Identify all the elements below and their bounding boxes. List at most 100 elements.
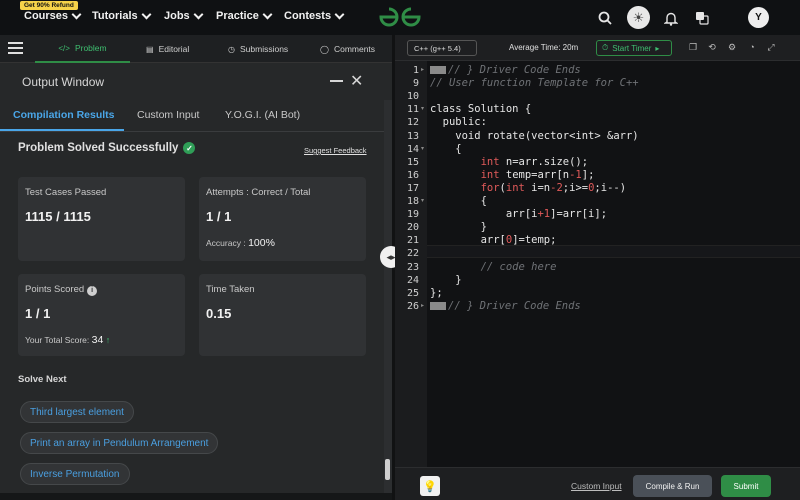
nav-contests[interactable]: Contests xyxy=(284,9,345,22)
start-timer-button[interactable]: ⏱ Start Timer ▸ xyxy=(596,40,672,56)
nav-tutorials[interactable]: Tutorials xyxy=(92,9,152,22)
code-line[interactable]: // User function Template for C++ xyxy=(430,77,639,90)
search-icon[interactable] xyxy=(595,8,615,28)
code-line[interactable]: { xyxy=(430,143,461,156)
fold-toggle-icon[interactable]: ▾ xyxy=(421,103,424,116)
tab-label: Problem xyxy=(74,43,107,53)
status-text: Problem Solved Successfully xyxy=(18,142,179,154)
menu-icon[interactable] xyxy=(8,42,23,54)
top-navbar: Get 90% Refund Courses Tutorials Jobs Pr… xyxy=(0,0,800,35)
info-icon[interactable]: i xyxy=(87,285,98,296)
solve-next-chip[interactable]: Inverse Permutation xyxy=(20,463,130,485)
compile-run-button[interactable]: Compile & Run xyxy=(633,475,712,497)
solve-next-chip[interactable]: Print an array in Pendulum Arrangement xyxy=(20,432,219,454)
attempts-card: Attempts : Correct / Total 1 / 1 Accurac… xyxy=(199,177,366,261)
clock-icon: ◷ xyxy=(228,44,235,54)
left-panel: </> Problem ▤ Editorial ◷ Submissions ◯ Comm… xyxy=(0,35,392,500)
submit-button[interactable]: Submit xyxy=(721,475,771,497)
result-tabs: Compilation Results Custom Input Y.O.G.I… xyxy=(0,100,384,132)
scrollbar-track[interactable] xyxy=(384,100,392,500)
settings-icon[interactable]: ⚙ xyxy=(725,40,739,54)
lightbulb-icon[interactable]: 💡 xyxy=(420,476,440,496)
code-line[interactable]: // } Driver Code Ends xyxy=(430,300,581,313)
avatar[interactable]: Y xyxy=(748,7,769,28)
test-cases-label: Test Cases Passed xyxy=(25,187,107,198)
code-token: int xyxy=(505,181,525,194)
suggest-feedback-link[interactable]: Suggest Feedback xyxy=(304,146,367,155)
code-editor[interactable]: 1 ▸ 9 10 11 ▾ 12 13 14 ▾ 15 16 17 18 ▾ 19 20 21 22 23 24 25 26… xyxy=(395,61,800,467)
code-line[interactable]: void rotate(vector<int> &arr) xyxy=(430,130,638,143)
code-area[interactable]: // } Driver Code Ends// User function Te… xyxy=(427,61,800,467)
code-line[interactable]: } xyxy=(430,221,487,234)
reset-icon[interactable]: ⟲ xyxy=(705,40,719,54)
custom-input-link[interactable]: Custom Input xyxy=(571,481,622,491)
attempts-label: Attempts : Correct / Total xyxy=(206,187,311,198)
line-number: 14 xyxy=(406,143,419,155)
line-number: 21 xyxy=(406,235,419,247)
code-line[interactable]: } xyxy=(430,274,461,287)
line-number: 23 xyxy=(406,261,419,273)
language-select[interactable]: C++ (g++ 5.4) xyxy=(407,40,477,56)
line-number: 1 xyxy=(412,65,419,76)
editor-footer: 💡 Custom Input Compile & Run Submit xyxy=(395,467,800,500)
points-card: Points Scored i 1 / 1 Your Total Score: 3… xyxy=(18,274,185,356)
fold-toggle-icon[interactable]: ▾ xyxy=(421,195,424,208)
line-number: 20 xyxy=(406,222,419,234)
nav-label: Practice xyxy=(216,10,259,22)
nav-label: Contests xyxy=(284,10,332,22)
status-message: Problem Solved Successfully ✓ xyxy=(18,142,196,154)
close-icon[interactable]: ✕ xyxy=(350,71,363,91)
tab-custom-input[interactable]: Custom Input xyxy=(137,109,199,121)
timer-icon[interactable]: ◔ xyxy=(745,40,759,54)
solve-next-chip[interactable]: Third largest element xyxy=(20,401,134,423)
tab-editorial[interactable]: ▤ Editorial xyxy=(146,35,189,63)
nav-jobs[interactable]: Jobs xyxy=(164,9,204,22)
code-line[interactable]: for(int i=n-2;i>=0;i--) xyxy=(430,182,626,195)
line-number: 18 xyxy=(406,196,419,207)
minimize-icon[interactable] xyxy=(330,80,343,82)
copy-icon[interactable]: ❐ xyxy=(686,40,700,54)
line-number: 10 xyxy=(406,91,419,103)
tab-compilation-results[interactable]: Compilation Results xyxy=(13,109,115,121)
scrollbar-thumb[interactable] xyxy=(385,459,390,480)
fold-toggle-icon[interactable]: ▸ xyxy=(421,64,424,77)
tab-submissions[interactable]: ◷ Submissions xyxy=(228,35,288,63)
nav-practice[interactable]: Practice xyxy=(216,9,273,22)
line-number: 9 xyxy=(412,78,419,90)
code-line[interactable]: }; xyxy=(430,287,443,300)
line-number: 15 xyxy=(406,156,419,168)
fold-toggle-icon[interactable]: ▸ xyxy=(421,300,424,313)
code-line[interactable]: class Solution { xyxy=(430,103,531,116)
line-number: 17 xyxy=(406,182,419,194)
code-line[interactable]: arr[i+1]=arr[i]; xyxy=(430,208,607,221)
total-score-label: Your Total Score: xyxy=(25,335,90,345)
problem-tabbar: </> Problem ▤ Editorial ◷ Submissions ◯ Comm… xyxy=(0,35,392,63)
tab-problem[interactable]: </> Problem xyxy=(35,35,130,63)
code-token: ]=arr[i]; xyxy=(550,208,608,221)
code-line[interactable]: { xyxy=(430,195,487,208)
theme-toggle-icon[interactable]: ☀ xyxy=(627,6,650,29)
chevron-down-icon xyxy=(262,9,273,20)
document-icon: ▤ xyxy=(146,44,154,54)
fold-toggle-icon[interactable]: ▾ xyxy=(421,143,424,156)
code-token: ]; xyxy=(581,168,595,181)
code-line[interactable]: // } Driver Code Ends xyxy=(430,64,581,77)
code-line[interactable]: public: xyxy=(430,116,487,129)
gfg-logo[interactable] xyxy=(377,5,423,29)
nav-courses[interactable]: Courses xyxy=(24,9,82,22)
translate-icon[interactable] xyxy=(692,8,712,28)
fullscreen-icon[interactable]: ⤢ xyxy=(764,40,778,54)
code-token: arr[i xyxy=(430,208,538,221)
bell-icon[interactable] xyxy=(661,8,681,28)
tab-label: Editorial xyxy=(158,44,190,54)
tab-yogi-bot[interactable]: Y.O.G.I. (AI Bot) xyxy=(225,109,300,121)
code-line[interactable]: int temp=arr[n-1]; xyxy=(430,168,595,182)
tab-comments[interactable]: ◯ Comments xyxy=(320,35,375,63)
line-number: 11 xyxy=(406,104,419,116)
code-token: ;i>= xyxy=(562,181,589,194)
code-line[interactable]: // code here xyxy=(430,261,557,274)
refund-badge[interactable]: Get 90% Refund xyxy=(20,1,78,10)
code-line[interactable]: int n=arr.size(); xyxy=(430,156,588,169)
